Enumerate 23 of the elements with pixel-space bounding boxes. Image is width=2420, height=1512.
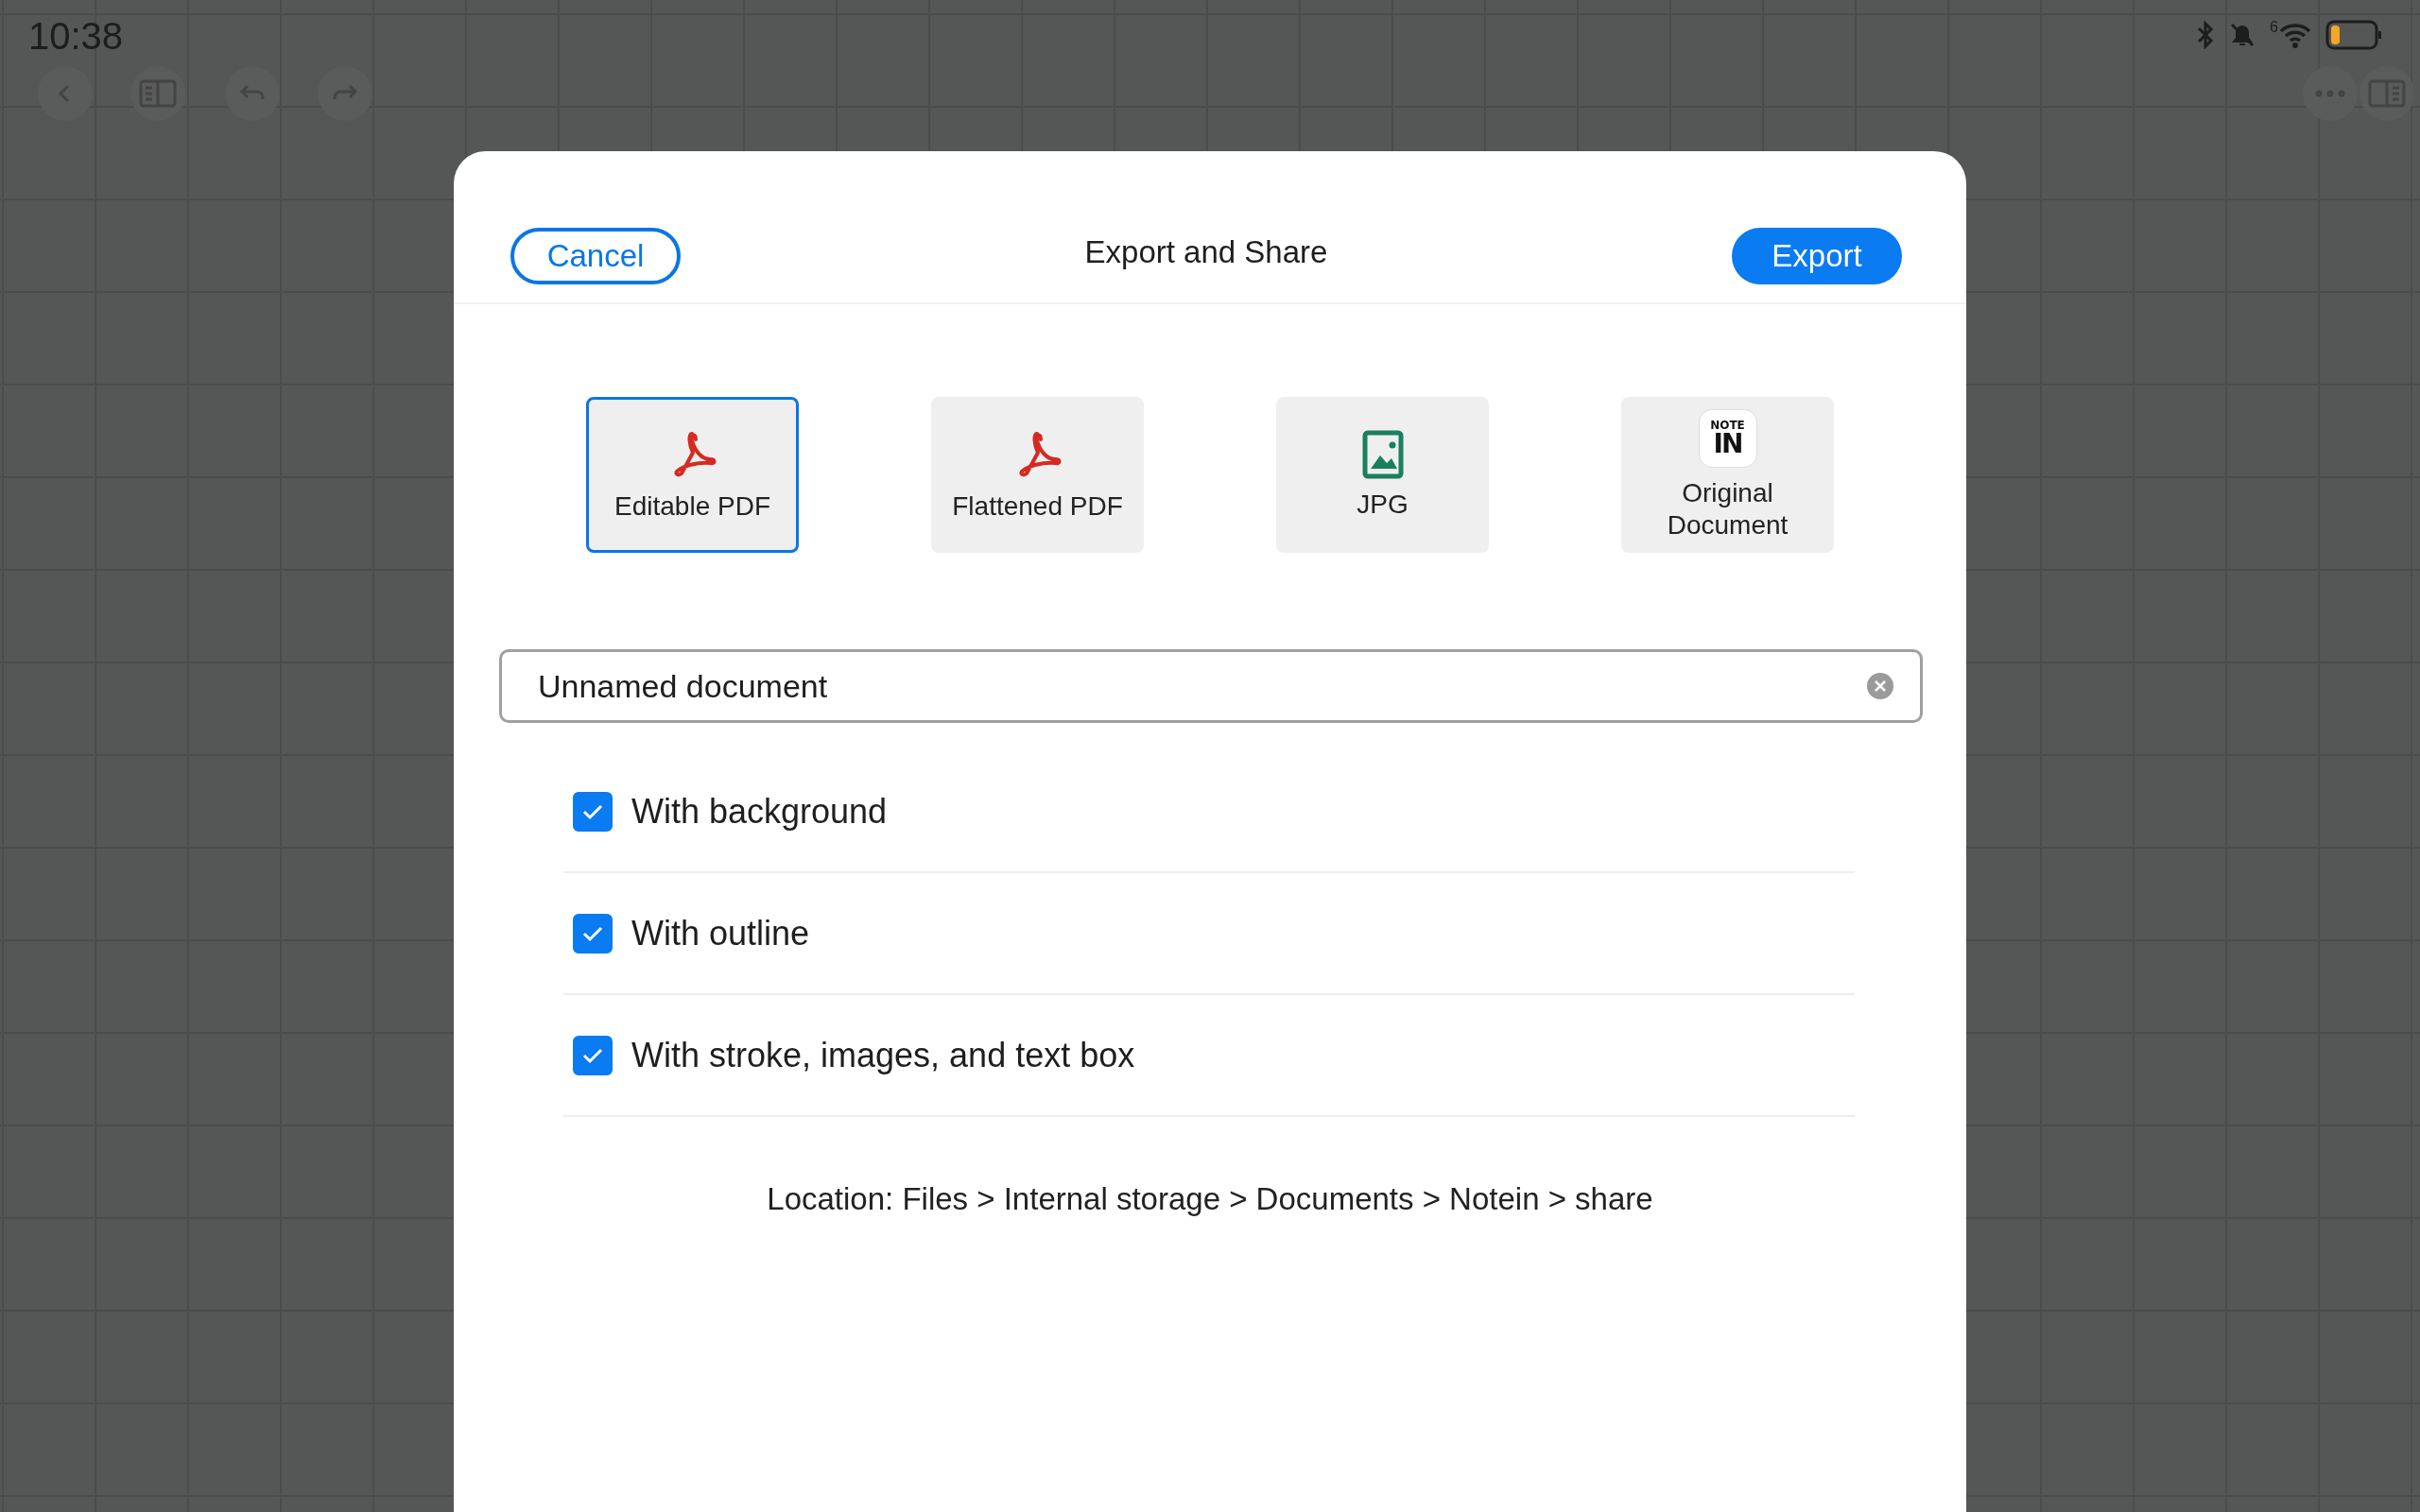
format-option[interactable]: JPG [1276, 397, 1489, 553]
cancel-button[interactable]: Cancel [510, 228, 681, 284]
format-option[interactable]: Flattened PDF [931, 397, 1144, 553]
checkbox[interactable] [573, 913, 613, 954]
option-label: With outline [631, 913, 810, 954]
picture-icon [1361, 429, 1404, 479]
bluetooth-icon [2196, 21, 2216, 49]
format-option[interactable]: Editable PDF [586, 397, 799, 553]
signal-label: 6 [2270, 19, 2278, 36]
app-logo-icon: NOTE IN [1698, 408, 1757, 468]
location-path: Location: Files > Internal storage > Documents > Notein > share [766, 1181, 1654, 1217]
checkbox[interactable] [573, 791, 613, 832]
filename-field[interactable]: Unnamed document [499, 649, 1923, 723]
clear-button[interactable] [1866, 672, 1894, 700]
battery-icon [2325, 19, 2382, 51]
checkbox[interactable] [573, 1035, 613, 1075]
wifi-icon [2278, 21, 2312, 49]
dialog-title: Export and Share [1084, 234, 1328, 270]
option-label: With background [631, 791, 888, 832]
format-option[interactable]: NOTE IN Original Document [1621, 397, 1834, 553]
export-button[interactable]: Export [1732, 228, 1902, 284]
status-time: 10:38 [28, 15, 124, 58]
option-label: With stroke, images, and text box [631, 1035, 1135, 1075]
